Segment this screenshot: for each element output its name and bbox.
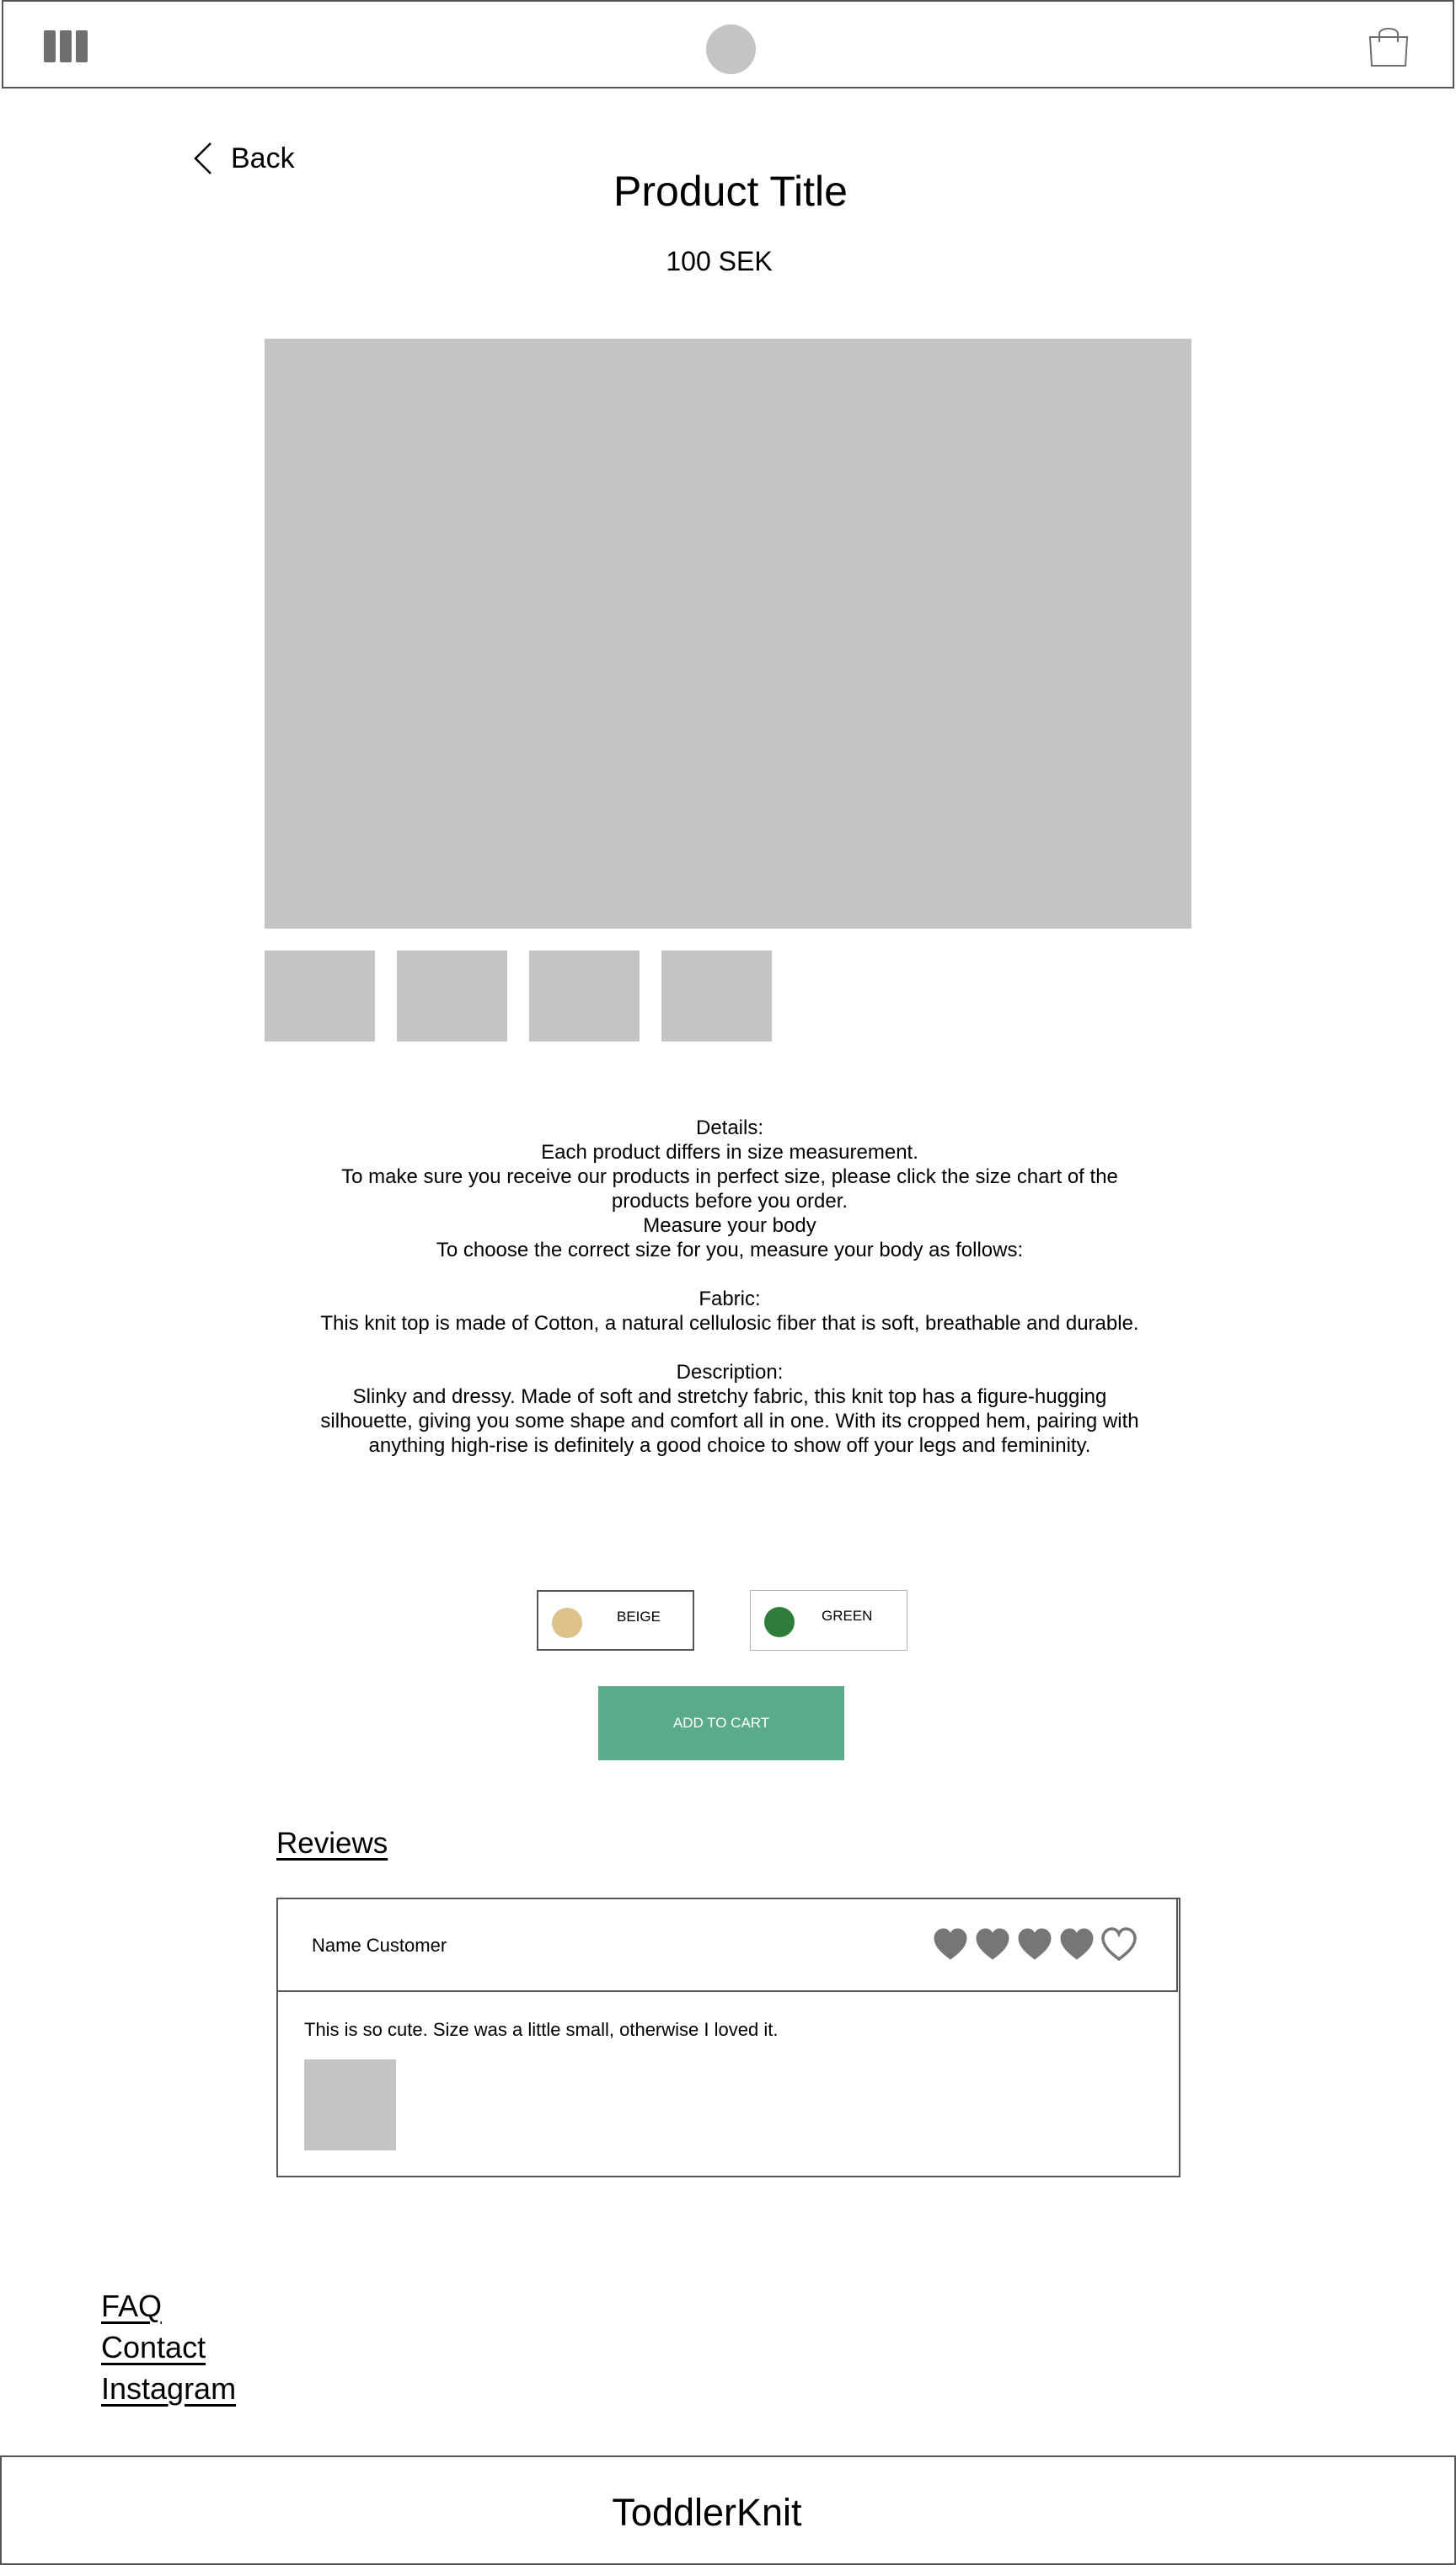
heart-filled-icon [1060, 1928, 1094, 1960]
menu-bar [76, 30, 88, 62]
color-dot-green [764, 1607, 795, 1637]
menu-bar [60, 30, 72, 62]
color-dot-beige [552, 1608, 582, 1638]
review-card: Name Customer This is so cute. Size was … [276, 1898, 1180, 2177]
add-to-cart-button[interactable]: ADD TO CART [598, 1686, 844, 1760]
brand-name: ToddlerKnit [612, 2491, 802, 2534]
description-text: Slinky and dressy. Made of soft and stre… [320, 1385, 1139, 1457]
shopping-bag-icon[interactable] [1367, 24, 1410, 69]
menu-bar [44, 30, 56, 62]
logo-placeholder-icon[interactable] [706, 24, 756, 74]
fabric-heading: Fabric: [699, 1288, 761, 1310]
details-line: Measure your body [643, 1214, 816, 1237]
heart-empty-icon [1101, 1927, 1137, 1962]
review-photo[interactable] [304, 2059, 396, 2150]
review-text: This is so cute. Size was a little small… [304, 2019, 779, 2040]
customer-name: Name Customer [312, 1935, 447, 1956]
details-line: To choose the correct size for you, meas… [436, 1239, 1024, 1261]
color-option-beige[interactable]: BEIGE [537, 1590, 694, 1651]
footer-link-contact[interactable]: Contact [101, 2327, 236, 2368]
color-label: BEIGE [617, 1609, 661, 1625]
product-thumbnail[interactable] [661, 950, 772, 1042]
review-header: Name Customer [278, 1899, 1178, 1992]
site-footer: ToddlerKnit [0, 2455, 1456, 2565]
product-title: Product Title [613, 168, 848, 215]
description-heading: Description: [676, 1361, 784, 1384]
heart-filled-icon [976, 1928, 1009, 1960]
footer-links: FAQ Contact Instagram [101, 2285, 236, 2409]
rating-hearts [932, 1926, 1138, 1962]
color-label: GREEN [822, 1608, 873, 1624]
heart-filled-icon [934, 1928, 967, 1960]
menu-icon[interactable] [44, 30, 88, 62]
details-heading: Details: [695, 1116, 764, 1139]
footer-link-instagram[interactable]: Instagram [101, 2368, 236, 2409]
color-option-green[interactable]: GREEN [750, 1590, 907, 1651]
fabric-text: This knit top is made of Cotton, a natur… [320, 1312, 1139, 1335]
top-header [2, 0, 1454, 88]
product-thumbnail[interactable] [529, 950, 640, 1042]
reviews-heading[interactable]: Reviews [276, 1827, 388, 1861]
product-main-image [265, 339, 1191, 929]
product-price: 100 SEK [666, 246, 773, 276]
details-line: To make sure you receive our products in… [341, 1165, 1118, 1213]
details-line: Each product differs in size measurement… [541, 1141, 918, 1164]
product-thumbnail[interactable] [265, 950, 375, 1042]
footer-link-faq[interactable]: FAQ [101, 2285, 236, 2327]
product-thumbnail[interactable] [397, 950, 507, 1042]
heart-filled-icon [1018, 1928, 1052, 1960]
product-details: Details: Each product differs in size me… [320, 1116, 1139, 1458]
